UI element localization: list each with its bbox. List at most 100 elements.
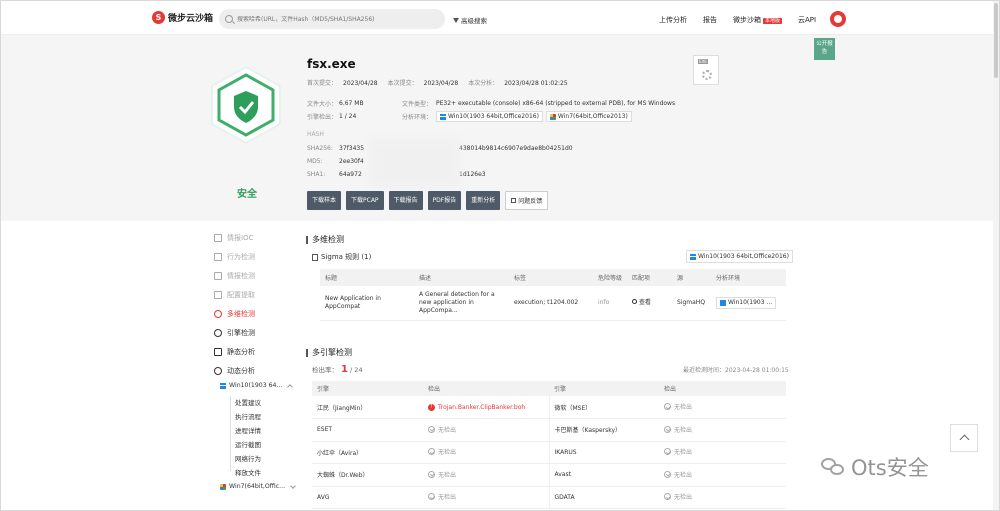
advanced-search-label: 高级搜索 [461, 17, 487, 25]
chevron-up-icon [287, 383, 294, 390]
sigma-env-tag[interactable]: Win10(1903 64bit,Office2016) [686, 250, 793, 263]
advanced-search-link[interactable]: 高级搜索 [453, 15, 487, 25]
safe-shield-icon [211, 65, 281, 145]
sigma-row-env[interactable]: Win10(1903 ... [711, 286, 786, 321]
sidebar: 情报IOC 行为检测 情报检测 配置提取 多维检测 引擎检测 静态分析 动态分析… [197, 221, 296, 510]
sidebar-sub-advice[interactable]: 处置建议 [235, 397, 261, 407]
behavior-icon [214, 253, 222, 261]
sigma-row-desc: A General detection for a new applicatio… [414, 286, 509, 321]
engine-value: 1 / 24 [339, 113, 357, 120]
sidebar-item-intel-label: 情报检测 [227, 272, 255, 280]
sidebar-item-engine[interactable]: 引擎检测 [214, 328, 255, 338]
col-match: 匹配项 [627, 269, 672, 286]
table-row: New Application in AppCompat A General d… [320, 286, 786, 321]
reanalyze-button[interactable]: 重新分析 [466, 191, 501, 210]
env-label: 分析环境： [402, 114, 433, 121]
chevron-up-icon [959, 434, 969, 445]
sidebar-item-behavior-label: 行为检测 [227, 253, 255, 261]
env-tag-win7[interactable]: Win7(64bit,Office2013) [545, 111, 632, 122]
engine-name: 微软（MSE） [549, 396, 659, 419]
sidebar-sub-screenshots[interactable]: 运行截图 [235, 439, 261, 449]
gear-icon [702, 70, 712, 80]
nav-report[interactable]: 报告 [703, 15, 717, 25]
detection-rate-label: 检出率： [312, 366, 338, 374]
exe-tag: EXE [698, 59, 708, 64]
sidebar-sub-process[interactable]: 进程详情 [235, 425, 261, 435]
windows7-icon [549, 113, 556, 120]
pdf-report-button[interactable]: PDF报告 [427, 191, 462, 210]
sigma-env-label: Win10(1903 64bit,Office2016) [698, 253, 789, 260]
scrollbar-thumb[interactable] [994, 3, 998, 78]
sidebar-sub-dropped[interactable]: 释放文件 [235, 467, 261, 477]
size-label: 文件大小： [307, 101, 338, 108]
sidebar-item-multi[interactable]: 多维检测 [214, 309, 255, 319]
type-value: PE32+ executable (console) x86-64 (strip… [436, 100, 676, 107]
feedback-label: 问题反馈 [518, 198, 543, 205]
sigma-row-match[interactable]: 查看 [627, 286, 672, 321]
engine-name: 大蜘蛛（Dr.Web） [312, 463, 423, 487]
intel-icon [214, 272, 222, 280]
sigma-row-env-tag[interactable]: Win10(1903 ... [716, 297, 777, 309]
multi-detect-icon [214, 310, 222, 318]
table-row: 小红伞（Avira） 无检出 IKARUS 无检出 [312, 441, 786, 464]
check-circle-icon [664, 403, 671, 410]
engine-result: 无检出 [659, 463, 786, 487]
last-analysis-label: 本次分析： [468, 80, 499, 87]
engine-result: ! Trojan.Banker.ClipBanker.boh [423, 396, 550, 419]
engine-result: 无检出 [659, 441, 786, 464]
nav-cloud-api[interactable]: 云API [798, 15, 816, 25]
download-report-button[interactable]: 下载报告 [388, 191, 423, 210]
sidebar-env-win7[interactable]: Win7(64bit,Offic... [220, 482, 296, 490]
sidebar-env-win10[interactable]: Win10(1903 64... [220, 382, 294, 390]
sidebar-item-ioc[interactable]: 情报IOC [214, 233, 253, 243]
download-sample-button[interactable]: 下载样本 [307, 191, 342, 210]
sidebar-item-behavior[interactable]: 行为检测 [214, 252, 255, 262]
engine-name: IKARUS [549, 441, 659, 464]
clean-result-label: 无检出 [438, 471, 457, 479]
watermark: Ots安全 [821, 452, 929, 482]
avatar-icon [834, 15, 842, 23]
sha1-tail: 1d126e3 [459, 171, 486, 178]
search-input[interactable] [237, 15, 437, 23]
nav-upload[interactable]: 上传分析 [659, 15, 687, 25]
check-circle-icon [428, 493, 435, 501]
logo[interactable]: S 微步云沙箱 [152, 11, 213, 24]
sha256-tail: 438014b9814c6907e9dae8b04251d0 [459, 145, 573, 152]
back-to-top-button[interactable] [950, 424, 978, 452]
sidebar-item-intel[interactable]: 情报检测 [214, 271, 255, 281]
static-icon [214, 348, 222, 356]
engine-result: 无检出 [423, 463, 550, 487]
engine-detect-title-label: 多引擎检测 [312, 348, 352, 357]
sidebar-item-dynamic[interactable]: 动态分析 [214, 366, 255, 376]
download-pcap-button[interactable]: 下载PCAP [346, 191, 384, 210]
table-row: 大蜘蛛（Dr.Web） 无检出 Avast 无检出 [312, 463, 786, 487]
action-buttons: 下载样本 下载PCAP 下载报告 PDF报告 重新分析 问题反馈 [307, 191, 549, 210]
feedback-button[interactable]: 问题反馈 [505, 191, 549, 210]
nav-sandbox[interactable]: 微步沙箱 本地版 [733, 15, 783, 25]
sidebar-sub-network[interactable]: 网络行为 [235, 453, 261, 463]
sidebar-item-config[interactable]: 配置提取 [214, 290, 255, 300]
avatar[interactable] [830, 11, 846, 27]
ioc-icon [214, 234, 222, 242]
malicious-result[interactable]: ! Trojan.Banker.ClipBanker.boh [428, 404, 525, 411]
engine-result: 无检出 [659, 486, 786, 509]
watermark-text: Ots安全 [851, 456, 929, 480]
sigma-rules-label: Sigma 规则 (1) [321, 253, 372, 261]
col-tags: 标签 [509, 269, 593, 286]
search-box[interactable] [219, 9, 445, 29]
sidebar-sub-flow[interactable]: 执行流程 [235, 411, 261, 421]
scrollbar[interactable] [993, 1, 999, 510]
env-tag-win10[interactable]: Win10(1903 64bit,Office2016) [436, 111, 543, 122]
md5-value[interactable]: 2ee30f4 [339, 158, 364, 165]
last-detect-time: 最近检测时间：2023-04-28 01:00:15 [683, 367, 789, 374]
nav-sandbox-label: 微步沙箱 [733, 16, 761, 24]
clean-result: 无检出 [428, 470, 456, 479]
feedback-icon [511, 198, 517, 203]
engine-name: Avast [549, 463, 659, 487]
windows-icon [690, 253, 696, 260]
public-report-badge[interactable]: 公开报告 [814, 38, 835, 60]
document-icon [312, 253, 318, 261]
sidebar-item-static[interactable]: 静态分析 [214, 347, 255, 357]
first-submit-value: 2023/04/28 [343, 80, 378, 87]
size-value: 6.67 MB [339, 100, 364, 107]
